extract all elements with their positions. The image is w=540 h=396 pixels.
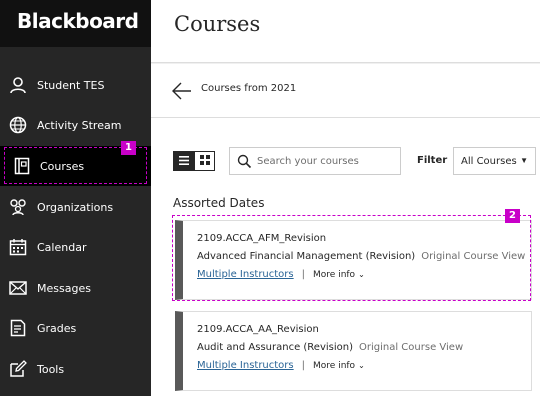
logo[interactable]: Blackboard — [0, 0, 151, 47]
course-code: 2109.ACCA_AA_Revision — [197, 324, 319, 335]
caret-down-icon: ▼ — [520, 156, 528, 165]
course-card[interactable]: 2109.ACCA_AFM_Revision Advanced Financia… — [175, 220, 532, 300]
course-view-type: Original Course View — [421, 251, 526, 262]
separator: | — [301, 269, 306, 280]
courses-content: Filter All Courses ▼ Assorted Dates 2109… — [151, 118, 540, 396]
sidebar-item-label: Activity Stream — [37, 118, 122, 132]
list-view-button[interactable] — [173, 151, 194, 171]
sidebar-item-label: Tools — [37, 362, 65, 376]
grades-icon — [8, 318, 28, 338]
envelope-icon — [8, 278, 28, 298]
more-info-button[interactable]: More info ⌄ — [313, 270, 365, 280]
main-content: Courses Courses from 2021 Search your co… — [151, 0, 540, 396]
user-icon — [8, 75, 28, 95]
sidebar-item-label: Calendar — [37, 240, 87, 254]
chevron-down-icon: ⌄ — [358, 269, 365, 279]
filter-value: All Courses — [461, 156, 517, 167]
course-name[interactable]: Advanced Financial Management (Revision) — [197, 251, 415, 262]
sidebar-item-label: Organizations — [37, 200, 114, 214]
course-view-type: Original Course View — [359, 342, 464, 353]
more-info-label: More info — [313, 269, 356, 280]
sidebar-item-student[interactable]: Student TES — [0, 65, 151, 105]
sidebar-item-messages[interactable]: Messages — [0, 268, 151, 308]
separator: | — [301, 360, 306, 371]
list-icon — [178, 152, 189, 170]
course-code: 2109.ACCA_AFM_Revision — [197, 233, 327, 244]
course-name[interactable]: Audit and Assurance (Revision) — [197, 342, 353, 353]
sidebar: Blackboard Student TES Activity Stream C… — [0, 0, 151, 396]
filter-select[interactable]: All Courses ▼ — [453, 147, 536, 175]
tools-icon — [8, 359, 28, 379]
sidebar-item-grades[interactable]: Grades — [0, 308, 151, 348]
sidebar-item-calendar[interactable]: Calendar — [0, 227, 151, 267]
instructors-link[interactable]: Multiple Instructors — [197, 269, 294, 280]
sidebar-item-label: Messages — [37, 281, 91, 295]
search-box — [229, 147, 401, 175]
page-header: Courses — [151, 0, 540, 63]
sidebar-item-tools[interactable]: Tools — [0, 349, 151, 389]
organizations-icon — [8, 197, 28, 217]
more-info-button[interactable]: More info ⌄ — [313, 361, 365, 371]
section-title: Assorted Dates — [173, 196, 265, 210]
logo-text: Blackboard — [17, 9, 139, 33]
calendar-icon — [8, 237, 28, 257]
more-info-label: More info — [313, 360, 356, 371]
instructors-link[interactable]: Multiple Instructors — [197, 360, 294, 371]
sidebar-item-organizations[interactable]: Organizations — [0, 187, 151, 227]
grid-view-button[interactable] — [194, 151, 215, 171]
chevron-down-icon: ⌄ — [358, 360, 365, 370]
annotation-badge-1: 1 — [121, 141, 136, 155]
annotation-badge-2: 2 — [505, 209, 520, 223]
back-arrow-icon[interactable] — [171, 81, 193, 101]
filter-label: Filter — [417, 155, 448, 166]
breadcrumb-text: Courses from 2021 — [201, 83, 297, 94]
sidebar-item-label: Grades — [37, 321, 77, 335]
search-icon — [237, 154, 252, 169]
breadcrumb: Courses from 2021 — [151, 64, 540, 118]
view-toggle — [173, 151, 215, 171]
sidebar-item-label: Student TES — [37, 78, 105, 92]
course-card[interactable]: 2109.ACCA_AA_Revision Audit and Assuranc… — [175, 311, 532, 391]
page-title: Courses — [174, 12, 261, 36]
globe-icon — [8, 115, 28, 135]
sidebar-item-activity-stream[interactable]: Activity Stream — [0, 105, 151, 145]
grid-icon — [199, 152, 210, 170]
search-input[interactable] — [257, 152, 397, 170]
